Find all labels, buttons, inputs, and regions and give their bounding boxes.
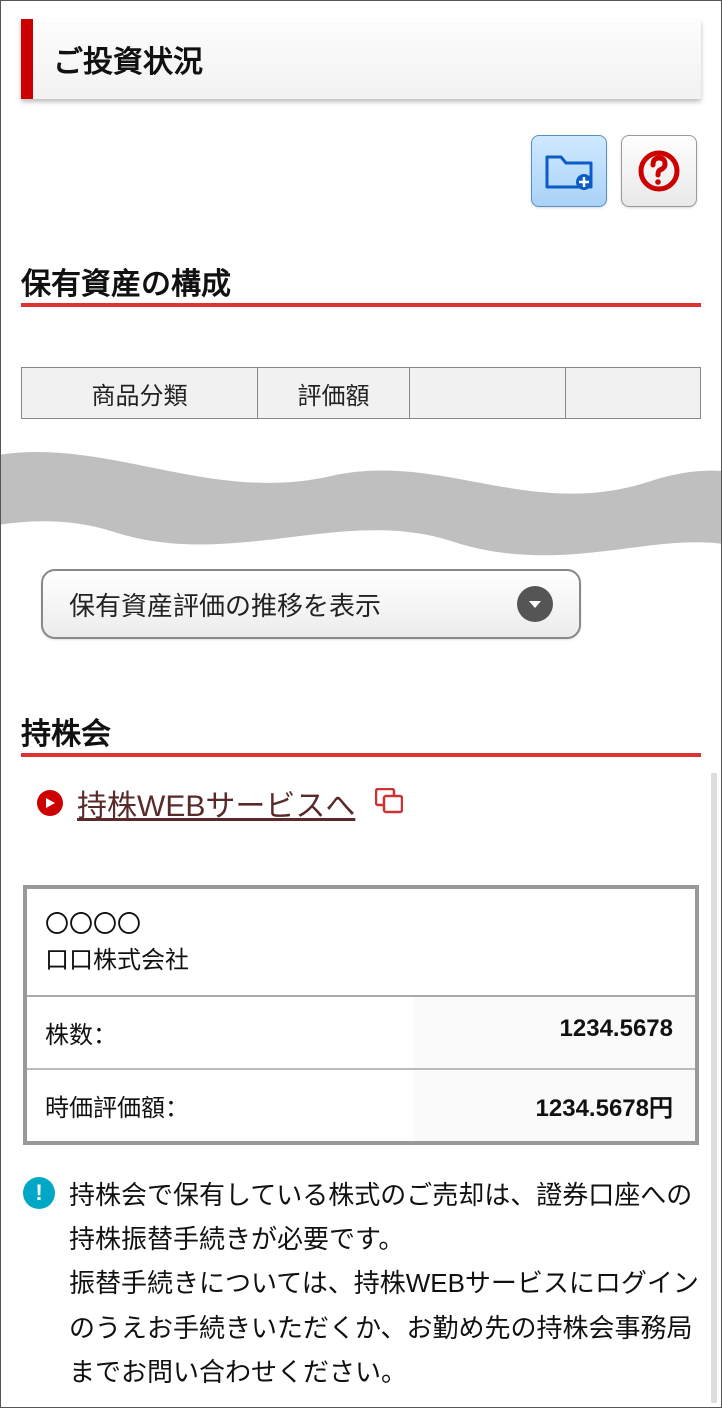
info-icon: ! <box>23 1177 55 1209</box>
history-dropdown[interactable]: 保有資産評価の推移を表示 <box>41 569 581 639</box>
valuation-label: 時価評価額： <box>27 1070 414 1141</box>
row-shares: 株数： 1234.5678 <box>27 997 695 1070</box>
info-text: 持株会で保有している株式のご売却は、證券口座への持株振替手続きが必要です。振替手… <box>69 1173 699 1394</box>
company-line2: 口口株式会社 <box>45 943 677 979</box>
company-cell: 〇〇〇〇 口口株式会社 <box>27 889 695 997</box>
mochikabu-table: 〇〇〇〇 口口株式会社 株数： 1234.5678 時価評価額： 1234.56… <box>23 885 699 1145</box>
external-link-icon <box>375 788 403 819</box>
add-folder-button[interactable] <box>531 135 607 207</box>
composition-table-header: 商品分類 評価額 <box>21 367 701 419</box>
top-button-bar <box>531 135 697 207</box>
play-bullet-icon <box>37 790 63 816</box>
mochikabu-web-link[interactable]: 持株WEBサービスへ <box>77 781 355 825</box>
mochikabu-link-row: 持株WEBサービスへ <box>37 781 701 825</box>
valuation-value: 1234.5678円 <box>414 1070 695 1141</box>
page-root: ご投資状況 保有資産の構成 商品分類 評価額 <box>0 0 722 1408</box>
info-note: ! 持株会で保有している株式のご売却は、證券口座への持株振替手続きが必要です。振… <box>23 1173 699 1394</box>
col-valuation: 評価額 <box>258 368 410 418</box>
company-line1: 〇〇〇〇 <box>45 907 677 943</box>
banner-accent <box>21 19 33 99</box>
chevron-down-icon <box>517 586 553 622</box>
dropdown-label: 保有資産評価の推移を表示 <box>69 586 381 623</box>
help-icon <box>637 149 681 193</box>
col-4 <box>566 368 696 418</box>
shares-value: 1234.5678 <box>414 997 695 1068</box>
row-valuation: 時価評価額： 1234.5678円 <box>27 1070 695 1141</box>
help-button[interactable] <box>621 135 697 207</box>
page-banner: ご投資状況 <box>21 19 701 99</box>
col-product-category: 商品分類 <box>22 368 258 418</box>
page-title: ご投資状況 <box>33 19 223 99</box>
col-3 <box>410 368 566 418</box>
scrollbar-track[interactable] <box>711 773 717 1403</box>
shares-label: 株数： <box>27 997 414 1068</box>
folder-plus-icon <box>545 151 593 191</box>
composition-table: 商品分類 評価額 <box>21 367 701 419</box>
section-mochikabu-heading: 持株会 <box>21 639 701 757</box>
